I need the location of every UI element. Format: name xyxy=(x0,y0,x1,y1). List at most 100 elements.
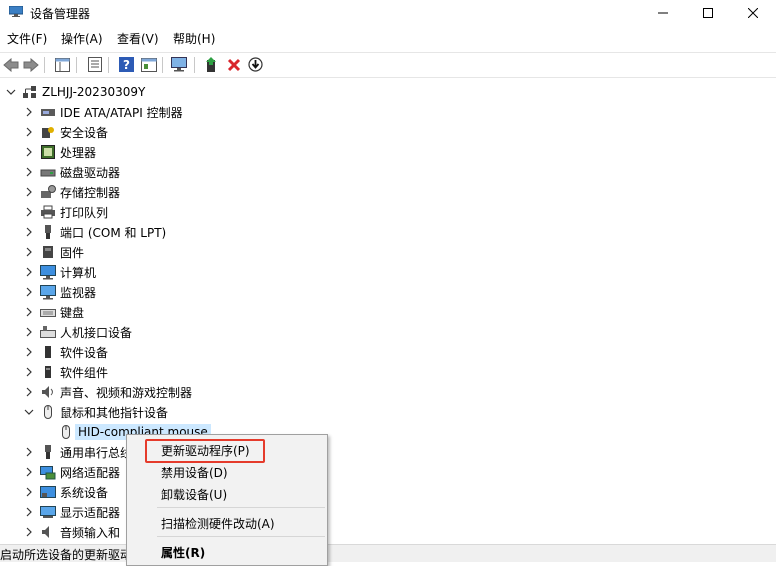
monitor-scan-icon xyxy=(171,57,187,72)
back-button[interactable] xyxy=(2,56,19,73)
tree-item-keyboard[interactable]: 键盘 xyxy=(24,302,84,322)
tree-item-mouse-category[interactable]: 鼠标和其他指针设备 xyxy=(24,402,168,422)
tree-item-ports[interactable]: 端口 (COM 和 LPT) xyxy=(24,222,166,242)
menu-file[interactable]: 文件(F) xyxy=(7,30,47,47)
tree-item-display[interactable]: 显示适配器 xyxy=(24,502,120,522)
chevron-right-icon[interactable] xyxy=(24,307,34,317)
storage-controller-icon xyxy=(40,184,56,200)
properties-menu-item[interactable]: 属性(R) xyxy=(161,544,205,561)
tree-item-software-device[interactable]: 软件设备 xyxy=(24,342,108,362)
toolbar: ? xyxy=(0,52,776,78)
chevron-right-icon[interactable] xyxy=(24,207,34,217)
update-driver-button[interactable] xyxy=(203,56,220,73)
toolbar-separator xyxy=(108,57,109,73)
chevron-right-icon[interactable] xyxy=(24,527,34,537)
chevron-right-icon[interactable] xyxy=(24,327,34,337)
system-device-icon xyxy=(40,484,56,500)
tree-item-usb[interactable]: 通用串行总线 xyxy=(24,442,132,462)
scan-hardware-button[interactable] xyxy=(171,56,188,73)
mouse-icon xyxy=(40,404,56,420)
chevron-right-icon[interactable] xyxy=(24,107,34,117)
chevron-right-icon[interactable] xyxy=(24,387,34,397)
chevron-right-icon[interactable] xyxy=(24,127,34,137)
menu-separator xyxy=(157,507,325,508)
computer-network-icon xyxy=(22,84,38,100)
chevron-right-icon[interactable] xyxy=(24,287,34,297)
tree-item-computer[interactable]: 计算机 xyxy=(24,262,96,282)
help-button[interactable]: ? xyxy=(118,56,135,73)
human-interface-device-icon xyxy=(40,324,56,340)
disable-device-menu-item[interactable]: 禁用设备(D) xyxy=(161,464,228,481)
tree-root-label: ZLHJJ-20230309Y xyxy=(42,85,146,99)
chevron-right-icon[interactable] xyxy=(24,247,34,257)
firmware-icon xyxy=(40,244,56,260)
menu-help[interactable]: 帮助(H) xyxy=(173,30,215,47)
status-bar: 启动所选设备的更新驱动 xyxy=(0,544,776,562)
close-button[interactable] xyxy=(730,0,776,26)
network-adapter-icon xyxy=(40,464,56,480)
tree-item-software-component[interactable]: 软件组件 xyxy=(24,362,108,382)
back-arrow-icon xyxy=(2,57,18,72)
tree-item-disk[interactable]: 磁盘驱动器 xyxy=(24,162,120,182)
view-button[interactable] xyxy=(140,56,157,73)
help-icon: ? xyxy=(119,57,134,72)
chevron-right-icon[interactable] xyxy=(24,447,34,457)
scan-hardware-menu-item[interactable]: 扫描检测硬件改动(A) xyxy=(161,515,275,532)
chevron-down-icon[interactable] xyxy=(24,407,34,417)
tree-item-audio-input[interactable]: 音频输入和 xyxy=(24,522,120,542)
chevron-right-icon[interactable] xyxy=(24,507,34,517)
update-driver-menu-item[interactable]: 更新驱动程序(P) xyxy=(161,442,250,459)
uninstall-x-icon xyxy=(227,58,240,71)
menu-action[interactable]: 操作(A) xyxy=(61,30,103,47)
chevron-down-icon[interactable] xyxy=(6,87,16,97)
menu-view[interactable]: 查看(V) xyxy=(117,30,159,47)
software-component-icon xyxy=(40,364,56,380)
maximize-button[interactable] xyxy=(685,0,731,26)
tree-item-monitor[interactable]: 监视器 xyxy=(24,282,96,302)
close-icon xyxy=(748,8,758,18)
chevron-right-icon[interactable] xyxy=(24,367,34,377)
properties-button[interactable] xyxy=(86,56,103,73)
chevron-right-icon[interactable] xyxy=(24,187,34,197)
toolbar-separator xyxy=(76,57,77,73)
window-title: 设备管理器 xyxy=(30,7,91,21)
minimize-icon xyxy=(658,12,668,14)
chevron-right-icon[interactable] xyxy=(24,347,34,357)
device-manager-app-icon xyxy=(9,6,23,17)
tree-item-print-queue[interactable]: 打印队列 xyxy=(24,202,108,222)
chevron-right-icon[interactable] xyxy=(24,467,34,477)
audio-input-icon xyxy=(40,524,56,540)
forward-button[interactable] xyxy=(22,56,39,73)
tree-item-ide[interactable]: IDE ATA/ATAPI 控制器 xyxy=(24,102,183,122)
keyboard-icon xyxy=(40,304,56,320)
chevron-right-icon[interactable] xyxy=(24,147,34,157)
tree-item-sound[interactable]: 声音、视频和游戏控制器 xyxy=(24,382,192,402)
view-icon xyxy=(140,57,157,72)
minimize-button[interactable] xyxy=(640,0,686,26)
tree-item-firmware[interactable]: 固件 xyxy=(24,242,84,262)
toolbar-separator xyxy=(44,57,45,73)
tree-item-network[interactable]: 网络适配器 xyxy=(24,462,120,482)
enable-device-button[interactable] xyxy=(247,56,264,73)
uninstall-device-button[interactable] xyxy=(225,56,242,73)
tree-root-node[interactable]: ZLHJJ-20230309Y xyxy=(6,82,145,102)
tree-item-hid[interactable]: 人机接口设备 xyxy=(24,322,132,342)
show-hide-console-tree-button[interactable] xyxy=(54,56,71,73)
chevron-right-icon[interactable] xyxy=(24,167,34,177)
svg-text:?: ? xyxy=(123,58,130,72)
port-connector-icon xyxy=(40,224,56,240)
tree-item-processor[interactable]: 处理器 xyxy=(24,142,96,162)
chevron-right-icon[interactable] xyxy=(24,267,34,277)
tree-item-storage[interactable]: 存储控制器 xyxy=(24,182,120,202)
chevron-right-icon[interactable] xyxy=(24,227,34,237)
computer-icon xyxy=(40,264,56,280)
display-adapter-icon xyxy=(40,504,56,520)
speaker-icon xyxy=(40,384,56,400)
chevron-right-icon[interactable] xyxy=(24,487,34,497)
tree-item-security[interactable]: 安全设备 xyxy=(24,122,108,142)
device-tree: ZLHJJ-20230309Y IDE ATA/ATAPI 控制器 安全设备 处… xyxy=(0,80,776,544)
tree-item-system[interactable]: 系统设备 xyxy=(24,482,108,502)
console-tree-icon xyxy=(55,57,70,72)
software-device-icon xyxy=(40,344,56,360)
uninstall-device-menu-item[interactable]: 卸载设备(U) xyxy=(161,486,227,503)
